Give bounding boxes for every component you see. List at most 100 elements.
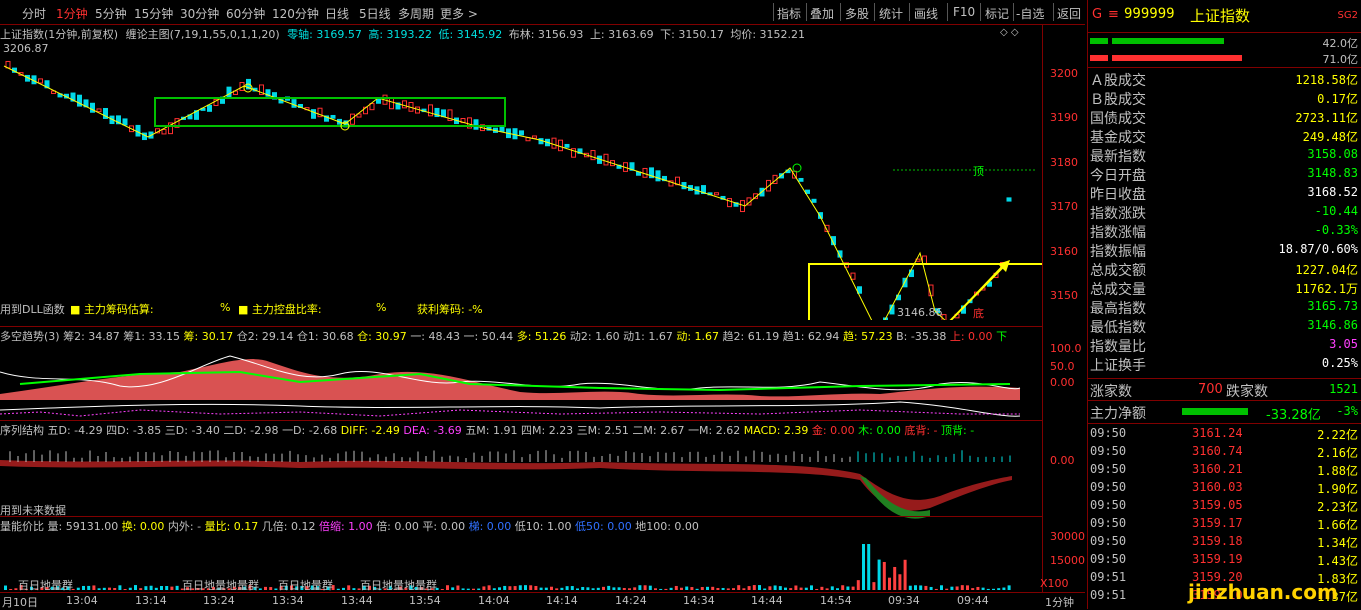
volume-bar xyxy=(763,588,767,590)
volume-bar xyxy=(258,588,262,590)
time-axis: 月10日 13:04 13:14 13:24 13:34 13:44 13:54… xyxy=(0,592,1085,610)
tab-daily[interactable]: 日线 xyxy=(325,5,349,22)
volume-bar xyxy=(955,586,959,590)
tab-30min[interactable]: 30分钟 xyxy=(180,5,219,22)
candle xyxy=(402,100,407,109)
volume-bar xyxy=(560,587,564,590)
stock-code: 999999 xyxy=(1124,6,1175,22)
main-chart-header: 上证指数(1分钟,前复权) 缠论主图(7,19,1,55,0,1,1,20) 零… xyxy=(0,26,805,42)
volume-bar xyxy=(789,588,793,590)
back-button[interactable]: 返回 xyxy=(1057,5,1081,22)
volume-bar xyxy=(914,585,917,590)
volume-bar xyxy=(773,585,777,590)
indicator-name[interactable]: 缠论主图(7,19,1,55,0,1,1,20) xyxy=(126,28,280,41)
volume-bar xyxy=(888,577,891,590)
tab-1min[interactable]: 1分钟 xyxy=(56,5,88,22)
volume-bar xyxy=(638,585,642,590)
tick-row: 09:50 3159.17 1.66亿 xyxy=(1090,516,1358,532)
control-label: ■ 主力控盘比率: xyxy=(238,303,322,316)
tab-60min[interactable]: 60分钟 xyxy=(226,5,265,22)
net-flow-row: 主力净额 -33.28亿 -3% xyxy=(1090,404,1358,423)
y-tick: 3190 xyxy=(1050,111,1078,124)
watchlist-button[interactable]: -自选 xyxy=(1016,5,1044,22)
candle xyxy=(558,139,563,152)
volume-bar xyxy=(570,586,574,590)
volume-bar xyxy=(752,585,756,590)
overlay-button[interactable]: 叠加 xyxy=(810,5,834,22)
volume-bar xyxy=(804,587,808,590)
volume-bar xyxy=(466,588,470,590)
min-price-label: 3146.86 xyxy=(897,306,943,319)
volume-bar xyxy=(555,588,559,590)
tick-row: 09:50 3160.74 2.16亿 xyxy=(1090,444,1358,460)
mark-button[interactable]: 标记 xyxy=(985,5,1009,22)
volume-bar xyxy=(924,585,928,590)
volume-bar xyxy=(742,588,746,590)
volume-bar xyxy=(586,587,590,590)
volume-bar xyxy=(97,588,101,590)
volume-bar xyxy=(986,588,990,590)
f10-button[interactable]: F10 xyxy=(953,5,975,19)
quote-row: 指数涨跌 -10.44 xyxy=(1090,204,1358,222)
tick-row: 09:50 3159.19 1.43亿 xyxy=(1090,552,1358,568)
volume-bar xyxy=(487,585,491,590)
volume-bar xyxy=(534,585,538,590)
volume-bar xyxy=(768,586,772,590)
stock-name: 上证指数 xyxy=(1190,7,1251,25)
candlestick-chart[interactable] xyxy=(0,48,1042,320)
volume-bar xyxy=(544,587,548,590)
volume-bar xyxy=(810,585,813,590)
volume-bar xyxy=(113,588,117,590)
volume-bar xyxy=(695,588,699,590)
volume-bar xyxy=(170,586,174,590)
chart-area[interactable]: 上证指数(1分钟,前复权) 缠论主图(7,19,1,55,0,1,1,20) 零… xyxy=(0,24,1085,609)
candle xyxy=(1006,197,1012,202)
volume-bar xyxy=(680,587,683,590)
volume-bar xyxy=(165,586,169,590)
low-value: 低: 3145.92 xyxy=(438,28,503,41)
candle xyxy=(714,192,719,196)
volume-bar xyxy=(685,586,689,590)
volume-bar xyxy=(908,585,912,590)
candle xyxy=(532,135,537,139)
volume-bar xyxy=(919,585,923,590)
volume-bar xyxy=(539,587,543,590)
volume-bar xyxy=(794,585,798,590)
buy-bar xyxy=(1112,38,1224,44)
volume-bar xyxy=(76,587,80,590)
more-button[interactable]: 更多 > xyxy=(440,5,478,22)
settings-icon[interactable]: ◇ ◇ xyxy=(1000,27,1019,38)
profit-label: 获利筹码: -% xyxy=(417,303,483,316)
tab-5day[interactable]: 5日线 xyxy=(359,5,391,22)
tab-120min[interactable]: 120分钟 xyxy=(272,5,319,22)
indicator-button[interactable]: 指标 xyxy=(777,5,801,22)
volume-bar xyxy=(971,588,975,590)
volume-bar xyxy=(118,585,122,590)
candle xyxy=(519,130,524,136)
tab-15min[interactable]: 15分钟 xyxy=(134,5,173,22)
sg-badge: SG2 xyxy=(1337,10,1358,21)
upper-value: 上: 3163.69 xyxy=(589,28,654,41)
volume-bar xyxy=(893,566,897,590)
tab-multi-period[interactable]: 多周期 xyxy=(398,5,434,22)
volume-bar xyxy=(721,587,725,590)
volume-bar xyxy=(550,586,553,590)
draw-line-button[interactable]: 画线 xyxy=(914,5,938,22)
menu-icon[interactable]: ≡ xyxy=(1108,7,1119,22)
tab-5min[interactable]: 5分钟 xyxy=(95,5,127,22)
candle xyxy=(207,104,212,112)
period-label[interactable]: 1分钟 xyxy=(1045,594,1074,610)
volume-bar xyxy=(4,585,7,590)
volume-bar xyxy=(482,586,486,590)
candle xyxy=(512,128,518,140)
sequence-chart xyxy=(0,450,1012,519)
trend-panel-title[interactable]: 多空趋势(3) xyxy=(0,330,60,343)
volume-bar xyxy=(726,588,730,590)
multi-stock-button[interactable]: 多股 xyxy=(845,5,869,22)
stats-button[interactable]: 统计 xyxy=(879,5,903,22)
quote-row: 上证换手 0.25% xyxy=(1090,356,1358,374)
volume-bar xyxy=(175,585,179,590)
y-tick: 3160 xyxy=(1050,245,1078,258)
tab-fenshi[interactable]: 分时 xyxy=(22,5,46,22)
volume-bar xyxy=(576,588,579,590)
